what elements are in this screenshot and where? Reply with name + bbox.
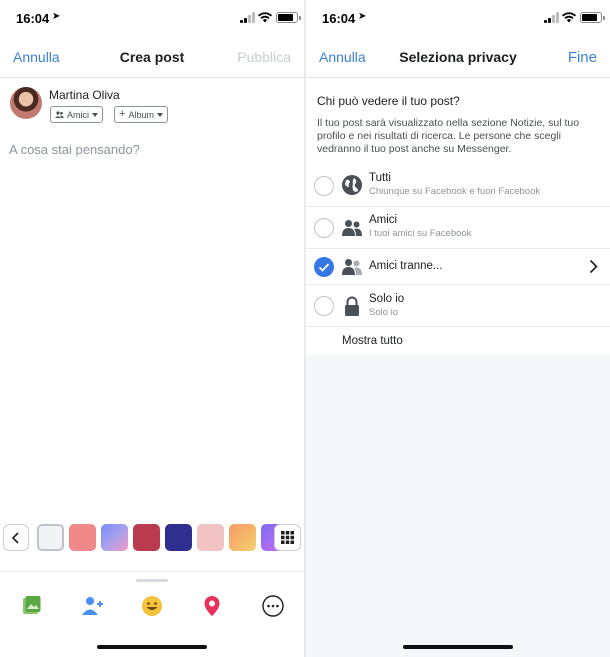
- option-title: Tutti: [369, 172, 391, 184]
- album-selector[interactable]: + Album: [114, 106, 168, 123]
- radio-button[interactable]: [314, 176, 334, 196]
- app-stage: 16:04 ➤ Annulla Crea post Pubblica Marti…: [0, 0, 610, 657]
- cake-swatch[interactable]: [165, 524, 192, 551]
- chevron-left-icon: [11, 532, 19, 544]
- lock-icon: [345, 296, 359, 316]
- option-subtitle: I tuoi amici su Facebook: [369, 228, 472, 239]
- privacy-description: Il tuo post sarà visualizzato nella sezi…: [317, 117, 580, 155]
- plus-icon: +: [119, 108, 126, 120]
- location-arrow-icon: ➤: [358, 11, 367, 22]
- battery-icon: [276, 12, 301, 23]
- friends-icon: [342, 220, 362, 236]
- status-time: 16:04: [16, 11, 50, 26]
- option-title: Amici: [369, 214, 398, 226]
- author-name: Martina Oliva: [49, 88, 120, 102]
- feeling-icon[interactable]: [140, 594, 164, 618]
- composer-tray: [0, 571, 304, 657]
- page-title: Seleziona privacy: [399, 49, 517, 65]
- status-time: 16:04: [322, 11, 356, 26]
- cellular-signal-icon: [544, 12, 561, 23]
- radio-button[interactable]: [314, 296, 334, 316]
- status-bar: 16:04 ➤: [0, 0, 304, 36]
- privacy-screen: 16:04 ➤ Annulla Seleziona privacy Fine C…: [306, 0, 610, 657]
- chevron-down-icon: [92, 112, 98, 117]
- friends-icon: [55, 111, 64, 118]
- rose-swatch[interactable]: [69, 524, 96, 551]
- grid-icon: [281, 531, 294, 544]
- status-bar: 16:04 ➤: [306, 0, 610, 36]
- location-icon[interactable]: [200, 594, 224, 618]
- tray-grabber[interactable]: [136, 579, 168, 582]
- all-backgrounds-button[interactable]: [274, 524, 301, 551]
- avatar[interactable]: [10, 87, 42, 119]
- privacy-option-friends-except[interactable]: Amici tranne...: [306, 249, 610, 285]
- publish-button[interactable]: Pubblica: [237, 49, 291, 65]
- privacy-question: Chi può vedere il tuo post?: [317, 94, 460, 108]
- gradient-swatch[interactable]: [101, 524, 128, 551]
- radio-button-selected[interactable]: [314, 257, 334, 277]
- sunset-swatch[interactable]: [229, 524, 256, 551]
- done-button[interactable]: Fine: [568, 49, 597, 66]
- show-all-link[interactable]: Mostra tutto: [342, 335, 403, 347]
- home-indicator: [97, 645, 207, 649]
- post-text-input[interactable]: A cosa stai pensando?: [9, 142, 140, 157]
- location-arrow-icon: ➤: [52, 11, 61, 22]
- heart-swatch[interactable]: [133, 524, 160, 551]
- globe-icon: [342, 175, 362, 195]
- friends-except-icon: [342, 259, 362, 275]
- privacy-option-friends[interactable]: Amici I tuoi amici su Facebook: [306, 207, 610, 249]
- empty-area: [306, 355, 610, 657]
- privacy-option-only-me[interactable]: Solo io Solo io: [306, 285, 610, 327]
- radio-button[interactable]: [314, 218, 334, 238]
- checkmark-icon: [318, 263, 330, 272]
- wifi-icon: [562, 12, 576, 23]
- cellular-signal-icon: [240, 12, 257, 23]
- privacy-nav-bar: Annulla Seleziona privacy Fine: [306, 36, 610, 78]
- more-icon[interactable]: [261, 594, 285, 618]
- compose-screen: 16:04 ➤ Annulla Crea post Pubblica Marti…: [0, 0, 304, 657]
- privacy-option-public[interactable]: Tutti Chiunque su Facebook e fuori Faceb…: [306, 164, 610, 207]
- audience-selector[interactable]: Amici: [50, 106, 103, 123]
- battery-icon: [580, 12, 605, 23]
- blank-swatch[interactable]: [37, 524, 64, 551]
- chevron-right-icon: [589, 259, 598, 274]
- audience-label: Amici: [67, 109, 89, 120]
- photo-icon[interactable]: [19, 594, 43, 618]
- option-title: Amici tranne...: [369, 260, 443, 272]
- chevron-down-icon: [156, 112, 163, 117]
- background-picker: [0, 522, 304, 554]
- wifi-icon: [258, 12, 272, 23]
- tag-people-icon[interactable]: [80, 594, 104, 618]
- option-subtitle: Solo io: [369, 307, 399, 318]
- option-title: Solo io: [369, 293, 405, 305]
- pink-swatch[interactable]: [197, 524, 224, 551]
- compose-nav-bar: Annulla Crea post Pubblica: [0, 36, 304, 78]
- option-subtitle: Chiunque su Facebook e fuori Facebook: [369, 186, 541, 197]
- home-indicator: [403, 645, 513, 649]
- collapse-backgrounds-button[interactable]: [3, 524, 29, 551]
- album-label: Album: [128, 109, 154, 120]
